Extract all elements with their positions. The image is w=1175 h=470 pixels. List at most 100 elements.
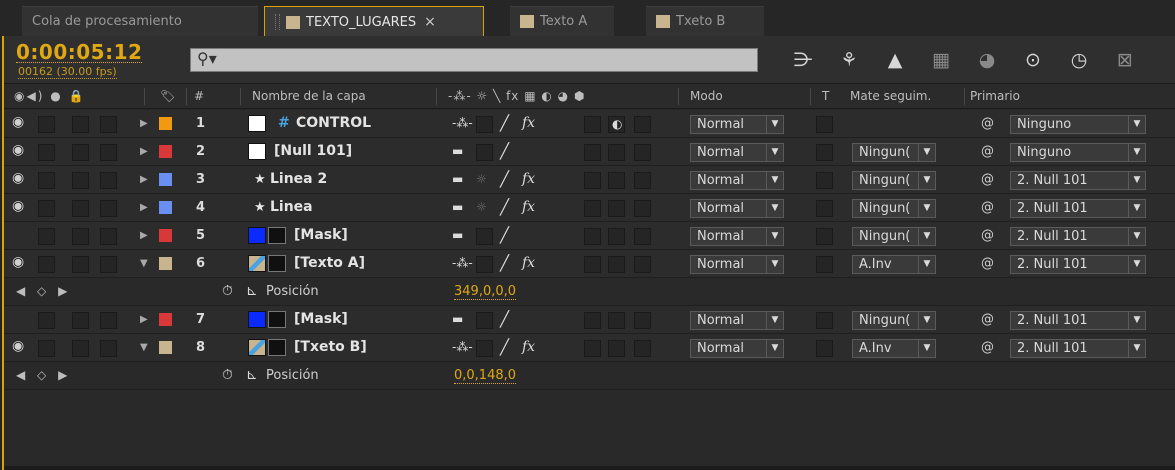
number-header[interactable]: # — [194, 84, 204, 109]
label-color-swatch[interactable] — [159, 173, 172, 186]
layer-row[interactable]: ◉ ▶ 2 [Null 101] ▬ ╱ Normal ▼ Ningun(▼ @ Ninguno ▼ — [4, 138, 1175, 166]
brainstorm-icon[interactable]: ◕ — [964, 44, 1010, 76]
visibility-eye-icon[interactable]: ◉ — [12, 114, 24, 130]
lock-switch[interactable] — [100, 144, 117, 161]
adjust-layer-switch[interactable] — [634, 144, 651, 161]
track-matte-dropdown[interactable]: A.Inv ▼ — [852, 255, 936, 274]
hide-shy-icon[interactable]: ⚘ — [826, 44, 872, 76]
pick-whip-icon[interactable]: @ — [981, 138, 994, 165]
visibility-eye-icon[interactable]: ◉ — [12, 142, 24, 158]
adjust-layer-switch[interactable] — [634, 256, 651, 273]
layer-name[interactable]: [Mask] — [294, 222, 348, 249]
shy-switch[interactable]: -⁂- — [452, 110, 473, 137]
label-color-swatch[interactable] — [159, 341, 172, 354]
shy-switch[interactable]: ▬ — [452, 194, 463, 221]
visibility-eye-icon[interactable]: ◉ — [12, 338, 24, 354]
motion-blur-switch[interactable] — [608, 228, 625, 245]
layer-name[interactable]: [Mask] — [294, 306, 348, 333]
tab-txeto-b[interactable]: Txeto B — [646, 6, 764, 36]
pick-whip-icon[interactable]: @ — [981, 166, 994, 193]
visibility-eye-icon[interactable]: ◉ — [12, 254, 24, 270]
blend-mode-dropdown[interactable]: Normal ▼ — [690, 199, 784, 218]
shy-switch[interactable]: ▬ — [452, 138, 463, 165]
audio-switch[interactable] — [38, 340, 55, 357]
graph-icon[interactable]: ⊾ — [246, 362, 258, 389]
label-header[interactable]: 🏷 — [160, 84, 175, 109]
av-features-header[interactable]: ◉◀) ● 🔒 — [14, 84, 85, 109]
blend-mode-dropdown[interactable]: Normal ▼ — [690, 339, 784, 358]
live-update-icon[interactable]: ◷ — [1056, 44, 1102, 76]
adjust-layer-switch[interactable] — [634, 116, 651, 133]
draft-3d-icon[interactable]: ⋺ — [780, 44, 826, 76]
frame-blend-switch[interactable] — [584, 312, 601, 329]
motion-blur-switch[interactable] — [608, 144, 625, 161]
tab-grip-icon[interactable] — [275, 14, 280, 30]
quality-switch[interactable]: ╱ — [500, 306, 509, 333]
tab-render-queue[interactable]: Cola de procesamiento — [22, 6, 258, 36]
preserve-transparency-switch[interactable] — [816, 340, 833, 357]
blend-mode-dropdown[interactable]: Normal ▼ — [690, 311, 784, 330]
quality-switch[interactable]: ╱ — [500, 166, 509, 193]
mode-header[interactable]: Modo — [690, 84, 723, 109]
audio-switch[interactable] — [38, 228, 55, 245]
parent-dropdown[interactable]: Ninguno ▼ — [1010, 115, 1146, 134]
keyframe-navigator[interactable]: ◀ ◇ ▶ — [16, 278, 71, 305]
expand-triangle-icon[interactable]: ▶ — [140, 222, 148, 249]
shy-switch[interactable]: -⁂- — [452, 250, 473, 277]
solo-switch[interactable] — [72, 116, 89, 133]
graph-editor-icon[interactable]: ⊙ — [1010, 44, 1056, 76]
adjust-layer-switch[interactable] — [634, 200, 651, 217]
motion-blur-switch[interactable] — [608, 172, 625, 189]
audio-switch[interactable] — [38, 312, 55, 329]
preserve-transparency-switch[interactable] — [816, 228, 833, 245]
audio-switch[interactable] — [38, 200, 55, 217]
adjustment-switch-icon[interactable]: ◐ — [612, 111, 622, 138]
collapse-triangle-icon[interactable]: ▼ — [140, 250, 148, 277]
solo-switch[interactable] — [72, 228, 89, 245]
effects-switch[interactable]: fx — [522, 166, 535, 193]
audio-switch[interactable] — [38, 172, 55, 189]
track-matte-header[interactable]: Mate seguim. — [850, 84, 931, 109]
adjust-layer-switch[interactable] — [634, 172, 651, 189]
keyframe-navigator[interactable]: ◀ ◇ ▶ — [16, 362, 71, 389]
layer-name-header[interactable]: Nombre de la capa — [252, 84, 366, 109]
quality-switch[interactable]: ╱ — [500, 194, 509, 221]
frame-blending-icon[interactable]: ▲ — [872, 44, 918, 76]
layer-name[interactable]: [Texto A] — [294, 250, 365, 277]
lock-switch[interactable] — [100, 116, 117, 133]
frame-blend-switch[interactable] — [584, 200, 601, 217]
frame-blend-switch[interactable] — [584, 144, 601, 161]
lock-switch[interactable] — [100, 340, 117, 357]
audio-switch[interactable] — [38, 144, 55, 161]
effects-switch[interactable]: fx — [522, 110, 535, 137]
blend-mode-dropdown[interactable]: Normal ▼ — [690, 227, 784, 246]
tab-texto-a[interactable]: Texto A — [510, 6, 614, 36]
quality-switch[interactable]: ╱ — [500, 110, 509, 137]
frame-blend-switch[interactable] — [584, 116, 601, 133]
close-icon[interactable]: × — [424, 14, 436, 30]
lock-switch[interactable] — [100, 312, 117, 329]
collapse-triangle-icon[interactable]: ▼ — [140, 334, 148, 361]
solo-switch[interactable] — [72, 144, 89, 161]
layer-name[interactable]: Linea 2 — [270, 166, 327, 193]
expand-triangle-icon[interactable]: ▶ — [140, 194, 148, 221]
label-color-swatch[interactable] — [159, 257, 172, 270]
pick-whip-icon[interactable]: @ — [981, 222, 994, 249]
parent-dropdown[interactable]: 2. Null 101 ▼ — [1010, 199, 1146, 218]
parent-dropdown[interactable]: 2. Null 101 ▼ — [1010, 255, 1146, 274]
blend-mode-dropdown[interactable]: Normal ▼ — [690, 143, 784, 162]
preserve-transparency-header[interactable]: T — [822, 84, 829, 109]
preserve-transparency-switch[interactable] — [816, 312, 833, 329]
visibility-eye-icon[interactable]: ◉ — [12, 170, 24, 186]
shy-switch[interactable]: ▬ — [452, 222, 463, 249]
label-color-swatch[interactable] — [159, 117, 172, 130]
frame-blend-switch[interactable] — [584, 340, 601, 357]
effects-switch[interactable]: fx — [522, 250, 535, 277]
shy-switch[interactable]: ▬ — [452, 306, 463, 333]
expand-triangle-icon[interactable]: ▶ — [140, 110, 148, 137]
stopwatch-icon[interactable]: ⏱ — [222, 362, 233, 389]
search-input[interactable]: ⚲▾ — [190, 48, 758, 72]
solo-switch[interactable] — [72, 200, 89, 217]
layer-row[interactable]: ◉ ▼ 8 [Txeto B] -⁂- ╱ fx Normal ▼ A.Inv ▼ @2. Null … — [4, 334, 1175, 362]
blend-mode-dropdown[interactable]: Normal ▼ — [690, 115, 784, 134]
